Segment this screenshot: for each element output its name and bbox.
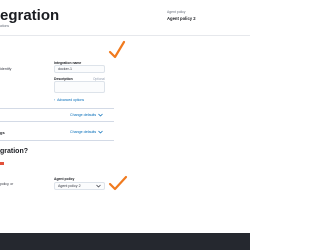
change-defaults-label: Change defaults <box>70 113 97 117</box>
advanced-options-toggle[interactable]: › Advanced options <box>54 98 84 102</box>
chevron-down-icon <box>98 113 103 117</box>
checkmark-annotation-icon <box>108 40 126 59</box>
advanced-options-label: Advanced options <box>57 98 85 102</box>
agent-policy-select-value: Agent policy 2 <box>58 184 81 188</box>
bottom-bar <box>0 233 250 250</box>
header-agent-policy-label: Agent policy <box>167 10 186 14</box>
page-subtitle: ations <box>0 24 10 28</box>
page-header: egration ations Agent policy Agent polic… <box>0 0 250 36</box>
page-title: egration <box>0 7 60 24</box>
main-content: identify Integration name docker-1 Descr… <box>0 36 250 233</box>
change-defaults-link-2[interactable]: Change defaults <box>70 130 103 134</box>
change-defaults-label: Change defaults <box>70 130 97 134</box>
where-to-add-title: gration? <box>0 148 28 155</box>
agent-policy-select[interactable]: Agent policy 2 <box>54 182 105 190</box>
chevron-down-icon <box>96 184 101 188</box>
integration-settings-description: identify <box>0 67 12 71</box>
checkmark-annotation-icon <box>108 175 128 191</box>
selected-tab-marker <box>0 162 4 165</box>
logs-section-title: gs <box>0 130 5 135</box>
change-defaults-link-1[interactable]: Change defaults <box>70 113 103 117</box>
agent-policy-description: policy, or <box>0 182 14 186</box>
section-divider <box>0 140 114 141</box>
section-divider <box>0 108 114 109</box>
header-agent-policy-value: Agent policy 2 <box>167 16 196 21</box>
agent-policy-label: Agent policy <box>54 177 75 181</box>
chevron-right-icon: › <box>54 98 56 102</box>
integration-name-input[interactable]: docker-1 <box>54 65 105 73</box>
section-divider <box>0 121 114 122</box>
description-input[interactable] <box>54 81 105 93</box>
chevron-down-icon <box>98 130 103 134</box>
